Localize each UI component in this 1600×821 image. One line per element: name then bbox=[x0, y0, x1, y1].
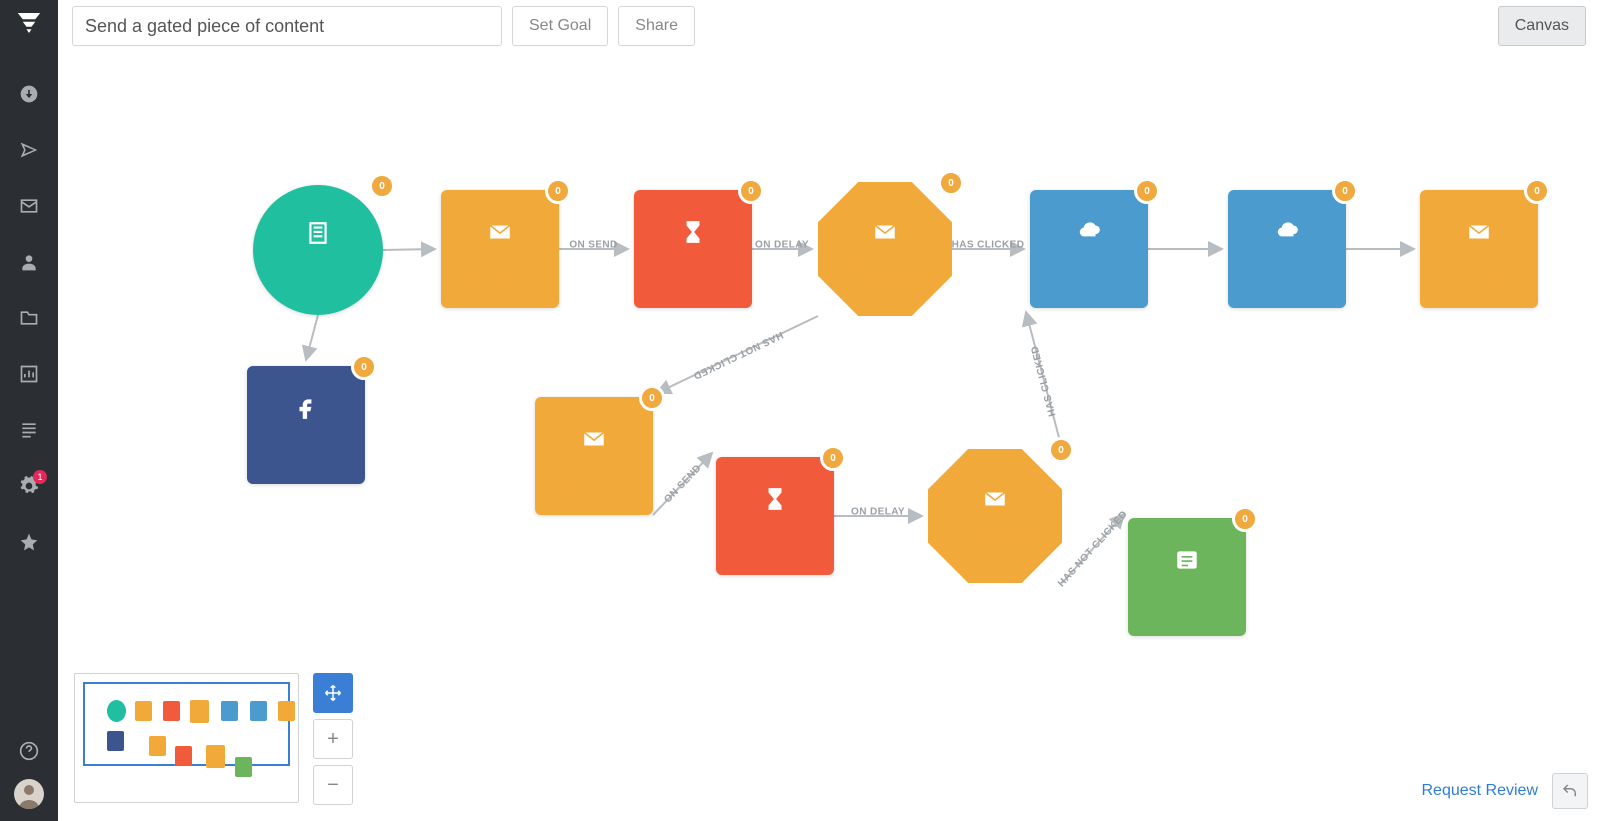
node-title: Add Delay bbox=[745, 518, 805, 533]
zoom-controls: + − bbox=[313, 673, 353, 805]
node-title: Check Email Status bbox=[938, 518, 1051, 533]
edge-label: ON DELAY bbox=[851, 507, 905, 518]
footer-right: Request Review bbox=[1422, 773, 1589, 809]
automation-title-input[interactable] bbox=[72, 6, 502, 46]
node-n1[interactable]: Form Submitted Click to configure bbox=[253, 185, 383, 315]
nav-download-icon[interactable] bbox=[18, 83, 40, 105]
node-subtitle: Click to configure bbox=[462, 269, 539, 280]
pan-button[interactable] bbox=[313, 673, 353, 713]
node-title: Send Email bbox=[1446, 251, 1512, 266]
node-subtitle: Click to configure bbox=[556, 476, 633, 487]
node-n5[interactable]: Assign Lead Click to configure bbox=[1030, 190, 1148, 308]
node-title: Check Email Status bbox=[828, 251, 941, 266]
node-subtitle: Click to configure bbox=[268, 445, 345, 456]
node-count-badge: 0 bbox=[639, 385, 665, 411]
node-subtitle: 2 Days bbox=[759, 536, 790, 547]
node-title: Send Email bbox=[467, 251, 533, 266]
node-subtitle: Click to configure bbox=[1149, 597, 1226, 608]
node-count-badge: 0 bbox=[1332, 178, 1358, 204]
nav-help-icon[interactable] bbox=[18, 740, 40, 762]
set-goal-button[interactable]: Set Goal bbox=[512, 6, 608, 46]
list-icon bbox=[1174, 547, 1200, 573]
nav-list-icon[interactable] bbox=[18, 419, 40, 441]
node-title: Add Task bbox=[1260, 251, 1313, 266]
topbar: Set Goal Share Canvas bbox=[58, 0, 1600, 52]
node-n8[interactable]: Add to Audience Click to configure bbox=[247, 366, 365, 484]
mail-icon bbox=[487, 219, 513, 245]
mail-icon bbox=[872, 219, 898, 245]
nav-user-icon[interactable] bbox=[18, 251, 40, 273]
node-title: Assign Lead bbox=[1053, 251, 1125, 266]
node-n2[interactable]: Send Email Click to configure bbox=[441, 190, 559, 308]
node-title: Add to List bbox=[1156, 579, 1217, 594]
edge-label: HAS NOT CLICKED bbox=[691, 328, 784, 380]
node-subtitle: Click to configure bbox=[957, 536, 1034, 547]
workflow-canvas[interactable]: Form SubmittedClick to configure0Send Em… bbox=[58, 52, 1600, 821]
node-count-badge: 0 bbox=[369, 173, 395, 199]
node-n4[interactable]: Check Email Status Click to configure bbox=[818, 182, 952, 316]
mail-icon bbox=[982, 486, 1008, 512]
share-button[interactable]: Share bbox=[618, 6, 695, 46]
node-count-badge: 0 bbox=[820, 445, 846, 471]
form-icon bbox=[305, 220, 331, 246]
facebook-icon bbox=[293, 395, 319, 421]
node-count-badge: 0 bbox=[1048, 437, 1074, 463]
node-n6[interactable]: Add Task Click to configure bbox=[1228, 190, 1346, 308]
cloud-icon bbox=[1274, 219, 1300, 245]
sidebar: 1 bbox=[0, 0, 58, 821]
node-subtitle: Click to configure bbox=[280, 270, 357, 281]
nav-chart-icon[interactable] bbox=[18, 363, 40, 385]
user-avatar[interactable] bbox=[14, 779, 44, 809]
minimap[interactable] bbox=[74, 673, 299, 803]
node-count-badge: 0 bbox=[938, 170, 964, 196]
edge-label: HAS NOT CLICKED bbox=[1056, 508, 1130, 588]
node-n9[interactable]: Send Email Click to configure bbox=[535, 397, 653, 515]
node-count-badge: 0 bbox=[1232, 506, 1258, 532]
undo-button[interactable] bbox=[1552, 773, 1588, 809]
node-count-badge: 0 bbox=[545, 178, 571, 204]
node-title: Add to Audience bbox=[259, 427, 354, 442]
zoom-in-button[interactable]: + bbox=[313, 719, 353, 759]
app-logo bbox=[14, 8, 44, 38]
edge-label: ON SEND bbox=[662, 463, 703, 506]
nav-settings-icon[interactable]: 1 bbox=[18, 475, 40, 497]
node-n3[interactable]: Add Delay 4 Days bbox=[634, 190, 752, 308]
zoom-out-button[interactable]: − bbox=[313, 765, 353, 805]
edge-label: ON DELAY bbox=[755, 240, 809, 251]
canvas-button[interactable]: Canvas bbox=[1498, 6, 1586, 46]
node-count-badge: 0 bbox=[738, 178, 764, 204]
node-subtitle: Click to configure bbox=[1441, 269, 1518, 280]
nav-star-icon[interactable] bbox=[18, 531, 40, 553]
node-title: Form Submitted bbox=[272, 252, 364, 267]
node-count-badge: 0 bbox=[1524, 178, 1550, 204]
hourglass-icon bbox=[762, 486, 788, 512]
nav-send-icon[interactable] bbox=[18, 139, 40, 161]
cloud-icon bbox=[1076, 219, 1102, 245]
node-count-badge: 0 bbox=[1134, 178, 1160, 204]
edge-label: HAS CLICKED bbox=[1029, 344, 1058, 417]
node-subtitle: Click to configure bbox=[847, 269, 924, 280]
hourglass-icon bbox=[680, 219, 706, 245]
nav-mail-icon[interactable] bbox=[18, 195, 40, 217]
node-title: Add Delay bbox=[663, 251, 723, 266]
node-n7[interactable]: Send Email Click to configure bbox=[1420, 190, 1538, 308]
node-n10[interactable]: Add Delay 2 Days bbox=[716, 457, 834, 575]
node-n11[interactable]: Check Email Status Click to configure bbox=[928, 449, 1062, 583]
nav-folder-icon[interactable] bbox=[18, 307, 40, 329]
node-subtitle: Click to configure bbox=[1249, 269, 1326, 280]
settings-badge: 1 bbox=[33, 470, 47, 484]
node-n12[interactable]: Add to List Click to configure bbox=[1128, 518, 1246, 636]
minimap-panel: + − bbox=[74, 673, 353, 805]
mail-icon bbox=[581, 426, 607, 452]
edge-label: HAS CLICKED bbox=[952, 240, 1025, 251]
node-subtitle: Click to configure bbox=[1051, 269, 1128, 280]
node-count-badge: 0 bbox=[351, 354, 377, 380]
request-review-link[interactable]: Request Review bbox=[1422, 782, 1539, 800]
mail-icon bbox=[1466, 219, 1492, 245]
node-subtitle: 4 Days bbox=[677, 269, 708, 280]
node-title: Send Email bbox=[561, 458, 627, 473]
edge-label: ON SEND bbox=[569, 240, 617, 251]
